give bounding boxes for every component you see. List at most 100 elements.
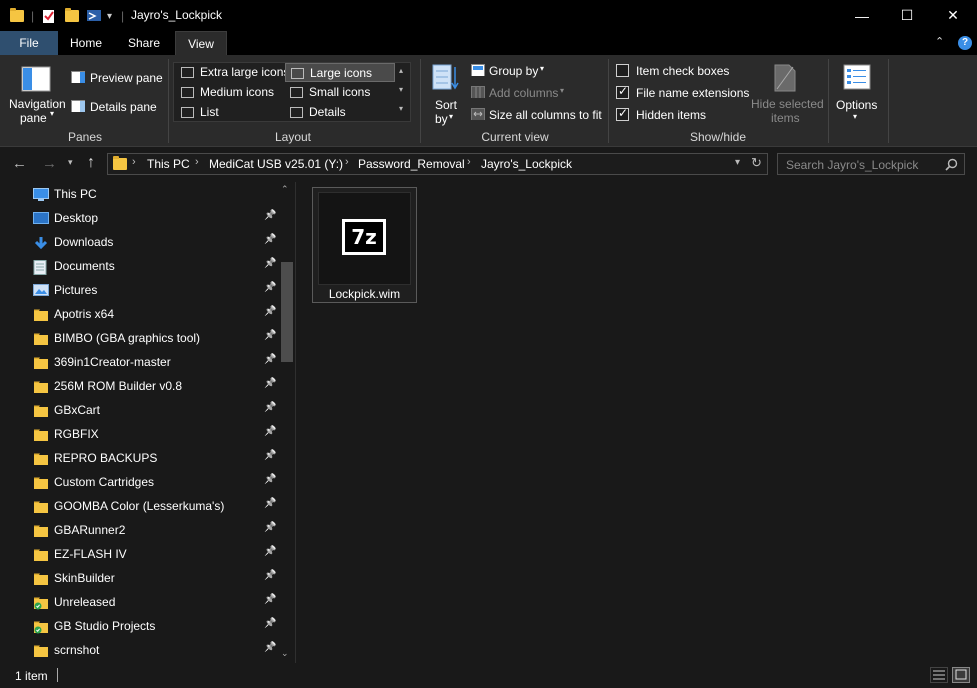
pin-icon[interactable]: 📌	[264, 282, 276, 293]
sidebar-item-scrnshot[interactable]: scrnshot 📌	[0, 638, 280, 662]
pin-icon[interactable]: 📌	[264, 474, 276, 485]
layout-large-icons[interactable]: Large icons	[285, 63, 395, 82]
item-check-boxes-checkbox[interactable]	[616, 64, 629, 77]
minimize-button[interactable]: —	[839, 0, 885, 31]
undo-icon[interactable]	[86, 7, 102, 25]
file-name-extensions-toggle[interactable]: File name extensions	[615, 84, 749, 102]
breadcrumb-current-folder[interactable]: Jayro's_Lockpick	[481, 157, 572, 171]
search-box[interactable]: Search Jayro's_Lockpick	[777, 153, 965, 175]
maximize-button[interactable]: ☐	[884, 0, 930, 31]
navigation-pane-button[interactable]: Navigation pane ▾	[6, 63, 68, 127]
pin-icon[interactable]: 📌	[264, 618, 276, 629]
breadcrumb-separator[interactable]: ›	[467, 156, 471, 168]
address-dropdown-chevron-icon[interactable]: ▾	[735, 157, 740, 168]
refresh-icon[interactable]: ↻	[751, 155, 762, 171]
hidden-items-checkbox[interactable]	[616, 106, 629, 121]
details-pane-button[interactable]: Details pane	[70, 98, 165, 116]
sidebar-item-rgbfix[interactable]: RGBFIX 📌	[0, 422, 280, 446]
sidebar-item-pictures[interactable]: Pictures 📌	[0, 278, 280, 302]
recent-locations-chevron-icon[interactable]: ▾	[68, 157, 73, 168]
pin-icon[interactable]: 📌	[264, 546, 276, 557]
properties-icon[interactable]	[42, 7, 56, 25]
breadcrumb-separator[interactable]: ›	[345, 156, 349, 168]
details-view-button[interactable]	[930, 667, 948, 683]
layout-scroll-down-icon[interactable]: ▾	[399, 85, 403, 94]
layout-medium-icons[interactable]: Medium icons	[176, 83, 284, 102]
pin-icon[interactable]: 📌	[264, 330, 276, 341]
scroll-down-icon[interactable]: ⌄	[281, 648, 289, 659]
layout-details[interactable]: Details	[285, 103, 395, 122]
sidebar-item-desktop[interactable]: Desktop 📌	[0, 206, 280, 230]
customize-quick-access-chevron-icon[interactable]: ▾	[107, 7, 112, 25]
preview-pane-button[interactable]: Preview pane	[70, 69, 165, 87]
sidebar-item-gbxcart[interactable]: GBxCart 📌	[0, 398, 280, 422]
collapse-ribbon-icon[interactable]: ⌃	[935, 35, 944, 48]
scrollbar-thumb[interactable]	[281, 262, 293, 362]
breadcrumb-this-pc[interactable]: This PC	[147, 157, 190, 171]
sidebar-item-apotris-x64[interactable]: Apotris x64 📌	[0, 302, 280, 326]
new-folder-icon[interactable]	[65, 7, 79, 25]
sidebar-item-documents[interactable]: Documents 📌	[0, 254, 280, 278]
sidebar-item-369in1creator-master[interactable]: 369in1Creator-master 📌	[0, 350, 280, 374]
pin-icon[interactable]: 📌	[264, 522, 276, 533]
pin-icon[interactable]: 📌	[264, 378, 276, 389]
pin-icon[interactable]: 📌	[264, 402, 276, 413]
help-icon[interactable]: ?	[958, 36, 972, 50]
pin-icon[interactable]: 📌	[264, 570, 276, 581]
size-all-columns-button[interactable]: Size all columns to fit	[470, 106, 605, 124]
forward-button[interactable]: →	[42, 155, 57, 172]
large-icons-view-button[interactable]	[952, 667, 970, 683]
sort-by-button[interactable]: Sort by ▾	[428, 61, 464, 127]
back-button[interactable]: ←	[12, 155, 27, 172]
tab-share[interactable]: Share	[120, 31, 168, 55]
search-icon[interactable]	[945, 158, 958, 171]
sidebar-item-ez-flash-iv[interactable]: EZ-FLASH IV 📌	[0, 542, 280, 566]
sidebar-item-custom-cartridges[interactable]: Custom Cartridges 📌	[0, 470, 280, 494]
sidebar-item-gbarunner2[interactable]: GBARunner2 📌	[0, 518, 280, 542]
tab-file[interactable]: File	[0, 31, 58, 55]
layout-list[interactable]: List	[176, 103, 284, 122]
group-by-button[interactable]: Group by ▾	[470, 62, 550, 80]
options-button[interactable]: Options ▾	[833, 61, 883, 127]
layout-scroll-up-icon[interactable]: ▴	[399, 66, 403, 75]
scroll-up-icon[interactable]: ⌃	[281, 184, 289, 195]
pin-icon[interactable]: 📌	[264, 426, 276, 437]
sidebar-item-256m-rom-builder-v0-8[interactable]: 256M ROM Builder v0.8 📌	[0, 374, 280, 398]
pin-icon[interactable]: 📌	[264, 594, 276, 605]
breadcrumb-separator[interactable]: ›	[132, 156, 136, 168]
pin-icon[interactable]: 📌	[264, 450, 276, 461]
layout-small-icons[interactable]: Small icons	[285, 83, 395, 102]
hide-selected-items-button[interactable]: Hide selected items	[748, 61, 824, 127]
file-name[interactable]: Lockpick.wim	[312, 287, 417, 301]
tab-home[interactable]: Home	[62, 31, 110, 55]
sidebar-item-skinbuilder[interactable]: SkinBuilder 📌	[0, 566, 280, 590]
breadcrumb-drive[interactable]: MediCat USB v25.01 (Y:)	[209, 157, 343, 171]
up-button[interactable]: ↑	[87, 154, 95, 172]
sidebar-item-unreleased[interactable]: Unreleased 📌	[0, 590, 280, 614]
pin-icon[interactable]: 📌	[264, 210, 276, 221]
search-input[interactable]: Search Jayro's_Lockpick	[786, 158, 918, 172]
navigation-scrollbar[interactable]: ⌃ ⌄	[280, 182, 294, 663]
pin-icon[interactable]: 📌	[264, 258, 276, 269]
pin-icon[interactable]: 📌	[264, 498, 276, 509]
close-button[interactable]: ✕	[930, 0, 976, 31]
breadcrumb-separator[interactable]: ›	[195, 156, 199, 168]
breadcrumb-password-removal[interactable]: Password_Removal	[358, 157, 465, 171]
pin-icon[interactable]: 📌	[264, 234, 276, 245]
sidebar-item-goomba-color-lesserkuma-s[interactable]: GOOMBA Color (Lesserkuma's) 📌	[0, 494, 280, 518]
pin-icon[interactable]: 📌	[264, 354, 276, 365]
layout-extra-large-icons[interactable]: Extra large icons	[176, 63, 289, 82]
layout-expand-icon[interactable]: ▾	[399, 104, 403, 113]
item-check-boxes-toggle[interactable]: Item check boxes	[615, 62, 740, 80]
pin-icon[interactable]: 📌	[264, 642, 276, 653]
sidebar-item-this-pc[interactable]: This PC	[0, 182, 280, 206]
sidebar-item-gb-studio-projects[interactable]: GB Studio Projects 📌	[0, 614, 280, 638]
pin-icon[interactable]: 📌	[264, 306, 276, 317]
sidebar-item-downloads[interactable]: Downloads 📌	[0, 230, 280, 254]
hidden-items-toggle[interactable]: Hidden items	[615, 106, 725, 124]
sidebar-item-repro-backups[interactable]: REPRO BACKUPS 📌	[0, 446, 280, 470]
tab-view[interactable]: View	[175, 31, 227, 55]
file-name-extensions-checkbox[interactable]	[616, 84, 629, 99]
sidebar-item-bimbo-gba-graphics-tool[interactable]: BIMBO (GBA graphics tool) 📌	[0, 326, 280, 350]
add-columns-button[interactable]: Add columns ▾	[470, 84, 570, 102]
